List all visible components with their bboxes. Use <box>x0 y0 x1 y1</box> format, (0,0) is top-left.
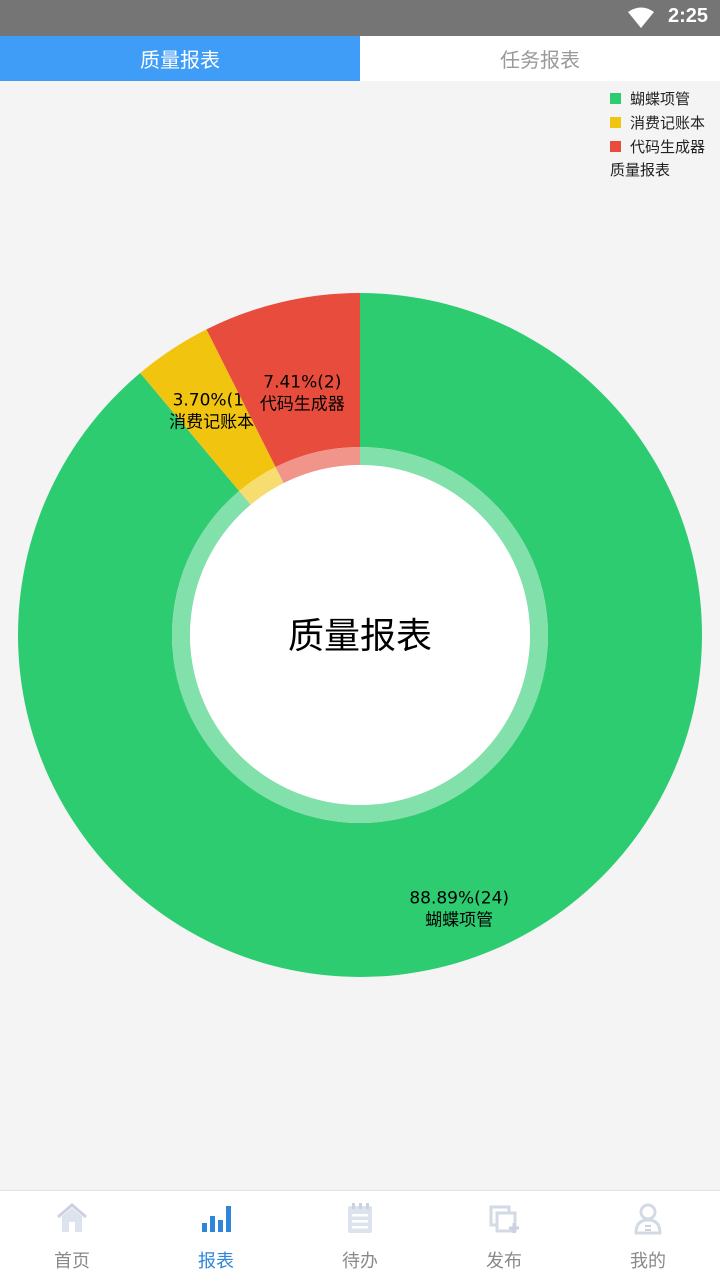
legend-label: 代码生成器 <box>630 137 706 156</box>
slice-name-label: 消费记账本 <box>169 412 254 432</box>
bar-chart-icon <box>202 1206 231 1232</box>
nav-label: 待办 <box>342 1251 378 1272</box>
home-icon <box>57 1203 87 1232</box>
bottom-nav: 首页 报表 待办 发布 我的 <box>0 1190 720 1281</box>
legend-note: 质量报表 <box>610 161 671 179</box>
status-time: 2:25 <box>667 5 708 27</box>
legend-swatch <box>610 116 621 128</box>
nav-todo[interactable]: 待办 <box>288 1191 432 1281</box>
slice-value-label: 88.89%(24) <box>409 889 509 909</box>
report-tabs: 质量报表 任务报表 <box>0 36 720 81</box>
nav-report[interactable]: 报表 <box>144 1191 288 1281</box>
donut-center-text: 质量报表 <box>288 616 432 657</box>
user-icon <box>634 1203 662 1235</box>
nav-home[interactable]: 首页 <box>0 1191 144 1281</box>
donut-chart: 88.89%(24)蝴蝶项管3.70%(1)消费记账本7.41%(2)代码生成器… <box>18 293 703 977</box>
slice-name-label: 代码生成器 <box>260 395 345 415</box>
nav-label: 发布 <box>486 1251 522 1272</box>
legend-swatch <box>610 92 621 104</box>
nav-mine[interactable]: 我的 <box>576 1191 720 1281</box>
tab-quality-report[interactable]: 质量报表 <box>0 36 360 81</box>
nav-publish[interactable]: 发布 <box>432 1191 576 1281</box>
legend-item[interactable]: 代码生成器 <box>610 134 720 158</box>
slice-value-label: 7.41%(2) <box>263 373 341 393</box>
wifi-icon <box>628 7 654 28</box>
status-bar: 2:25 <box>0 0 720 36</box>
tab-task-report[interactable]: 任务报表 <box>360 36 720 81</box>
nav-label: 首页 <box>54 1251 90 1272</box>
nav-label: 我的 <box>630 1251 666 1272</box>
legend-label: 消费记账本 <box>630 113 706 132</box>
publish-icon <box>489 1205 519 1233</box>
legend-label: 蝴蝶项管 <box>630 89 691 108</box>
chart-legend: 蝴蝶项管 消费记账本 代码生成器 质量报表 <box>610 86 720 182</box>
legend-swatch <box>610 140 621 152</box>
legend-item[interactable]: 消费记账本 <box>610 110 720 134</box>
notepad-icon <box>348 1203 372 1233</box>
legend-item[interactable]: 蝴蝶项管 <box>610 86 720 110</box>
nav-label: 报表 <box>198 1251 234 1272</box>
slice-name-label: 蝴蝶项管 <box>425 911 493 931</box>
